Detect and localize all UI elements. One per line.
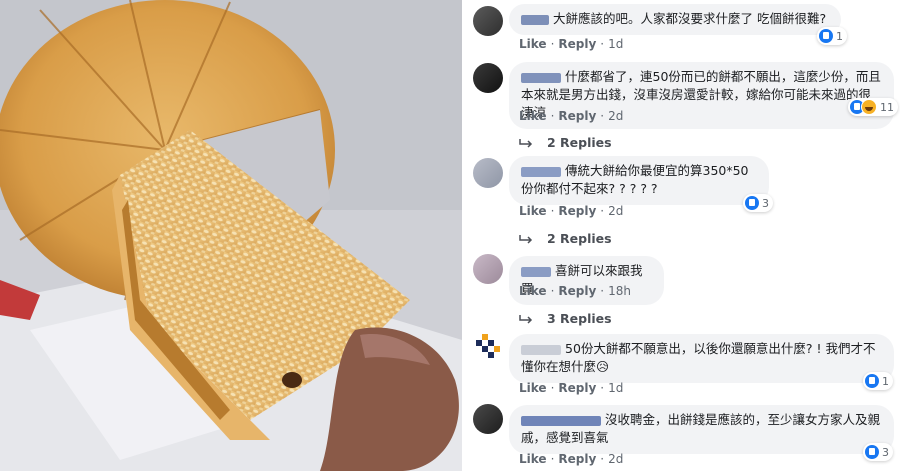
reply-arrow-icon	[519, 234, 533, 244]
replies-count[interactable]: 2 Replies	[547, 231, 612, 246]
view-replies-link[interactable]: 3 Replies	[519, 311, 612, 326]
author-name-blurred[interactable]	[521, 415, 601, 426]
reply-link[interactable]: Reply	[558, 381, 596, 395]
reply-link[interactable]: Reply	[558, 109, 596, 123]
reply-link[interactable]: Reply	[558, 204, 596, 218]
reaction-count: 3	[882, 445, 889, 459]
author-name-blurred[interactable]	[521, 166, 561, 177]
timestamp[interactable]: 1d	[608, 381, 623, 395]
timestamp[interactable]: 18h	[608, 284, 631, 298]
replies-count[interactable]: 3 Replies	[547, 311, 612, 326]
comment-text: 大餅應該的吧。人家都沒要求什麼了 吃個餅很難?	[553, 11, 827, 26]
like-link[interactable]: Like	[519, 381, 547, 395]
reply-link[interactable]: Reply	[558, 452, 596, 466]
reaction-summary[interactable]: 1	[863, 372, 893, 390]
like-link[interactable]: Like	[519, 109, 547, 123]
cake-photo-drawing	[0, 0, 462, 471]
author-name-blurred[interactable]	[521, 72, 561, 83]
view-replies-link[interactable]: 2 Replies	[519, 135, 612, 150]
comment-bubble: 傳統大餅給你最便宜的算350*50份你都付不起來? ? ? ? ?	[509, 156, 769, 205]
reaction-summary[interactable]: 1	[817, 27, 847, 45]
timestamp[interactable]: 2d	[608, 204, 623, 218]
comment-actions: Like · Reply · 2d	[519, 452, 624, 466]
reply-link[interactable]: Reply	[558, 284, 596, 298]
avatar[interactable]	[473, 254, 503, 284]
like-link[interactable]: Like	[519, 204, 547, 218]
timestamp[interactable]: 2d	[608, 452, 623, 466]
comment-bubble: 50份大餅都不願意出，以後你還願意出什麼? ! 我們才不懂你在想什麼😥	[509, 334, 894, 383]
like-link[interactable]: Like	[519, 284, 547, 298]
author-name-blurred[interactable]	[521, 266, 551, 277]
avatar[interactable]	[473, 6, 503, 36]
like-link[interactable]: Like	[519, 452, 547, 466]
reply-arrow-icon	[519, 314, 533, 324]
comment-bubble: 沒收聘金，出餅錢是應該的，至少讓女方家人及親戚，感覺到喜氣	[509, 405, 894, 454]
reaction-summary[interactable]: 3	[743, 194, 773, 212]
reaction-count: 3	[762, 196, 769, 210]
reaction-summary[interactable]: 11	[848, 98, 898, 116]
reaction-count: 1	[882, 374, 889, 388]
like-icon	[865, 445, 879, 459]
like-icon	[865, 374, 879, 388]
view-replies-link[interactable]: 2 Replies	[519, 231, 612, 246]
comment-text: 50份大餅都不願意出，以後你還願意出什麼? ! 我們才不懂你在想什麼😥	[521, 341, 876, 374]
like-link[interactable]: Like	[519, 37, 547, 51]
comment-actions: Like · Reply · 2d	[519, 204, 624, 218]
comment-actions: Like · Reply · 1d	[519, 381, 624, 395]
avatar[interactable]	[473, 158, 503, 188]
like-icon	[819, 29, 833, 43]
timestamp[interactable]: 1d	[608, 37, 623, 51]
comment-actions: Like · Reply · 2d	[519, 109, 624, 123]
author-name-blurred[interactable]	[521, 14, 549, 25]
comment-actions: Like · Reply · 1d	[519, 37, 624, 51]
like-icon	[745, 196, 759, 210]
avatar[interactable]	[473, 63, 503, 93]
replies-count[interactable]: 2 Replies	[547, 135, 612, 150]
comments-panel: 大餅應該的吧。人家都沒要求什麼了 吃個餅很難? 1 Like · Reply · 1d …	[465, 0, 900, 471]
cake-photo	[0, 0, 462, 471]
pixel-avatar-icon	[473, 332, 503, 362]
avatar[interactable]	[473, 404, 503, 434]
author-name-blurred[interactable]	[521, 344, 561, 355]
timestamp[interactable]: 2d	[608, 109, 623, 123]
haha-icon	[861, 99, 877, 115]
comment-actions: Like · Reply · 18h	[519, 284, 631, 298]
reaction-count: 11	[880, 100, 894, 114]
reaction-summary[interactable]: 3	[863, 443, 893, 461]
comment-bubble: 大餅應該的吧。人家都沒要求什麼了 吃個餅很難?	[509, 4, 841, 35]
reply-link[interactable]: Reply	[558, 37, 596, 51]
reply-arrow-icon	[519, 138, 533, 148]
reaction-count: 1	[836, 29, 843, 43]
avatar[interactable]	[473, 332, 503, 362]
